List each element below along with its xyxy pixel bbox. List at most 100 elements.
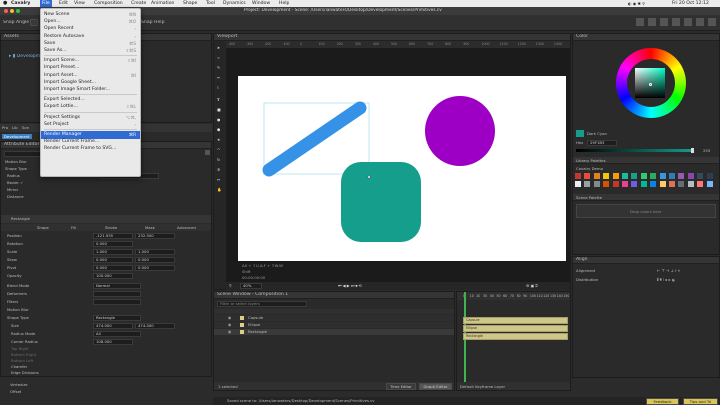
alpha-slider[interactable] — [576, 149, 694, 152]
project-item[interactable]: Development — [2, 134, 32, 139]
polygon-tool-icon[interactable]: ⬟ — [217, 127, 220, 132]
layout-icon[interactable] — [684, 18, 692, 26]
pivot-handle[interactable] — [367, 175, 371, 179]
palette-swatch[interactable] — [575, 181, 581, 187]
layout-icon[interactable] — [672, 18, 680, 26]
palette-swatch[interactable] — [603, 173, 610, 179]
alpha-slider-handle[interactable] — [691, 148, 694, 153]
menu-file[interactable]: File — [40, 0, 52, 7]
menu-composition[interactable]: Composition — [94, 0, 123, 7]
timeline-track-bar[interactable]: Rectangle — [463, 333, 568, 340]
blend-mode-select[interactable]: Normal — [93, 283, 141, 289]
file-menu-item[interactable]: Import Image Smart Folder... — [41, 86, 140, 94]
menu-help[interactable]: Help — [279, 0, 289, 7]
palette-swatch[interactable] — [622, 181, 628, 187]
filters-field[interactable] — [93, 299, 141, 305]
palette-swatch[interactable] — [687, 181, 694, 187]
corner-radius-field[interactable]: 108.000 — [93, 339, 133, 345]
rotation-field[interactable]: 0.000 — [93, 241, 133, 247]
skew-y-field[interactable]: 0.000 — [135, 257, 175, 263]
layout-icon[interactable] — [636, 18, 644, 26]
palette-swatch[interactable] — [631, 173, 638, 179]
timeline-ruler[interactable]: 0102030405060708090100110120130140150 — [457, 292, 570, 300]
visibility-icon[interactable]: ◉ — [228, 315, 231, 320]
menu-shape[interactable]: Shape — [183, 0, 197, 7]
playhead[interactable] — [464, 292, 466, 390]
apple-icon[interactable]: ● — [3, 1, 7, 6]
palette-swatch[interactable] — [669, 173, 675, 179]
layout-icon[interactable] — [696, 18, 704, 26]
zoom-field[interactable]: 40% — [240, 283, 262, 289]
layer-row-selected[interactable]: ◉ Rectangle — [214, 329, 454, 335]
tab-stroke[interactable]: Stroke — [105, 225, 117, 230]
palette-swatch[interactable] — [687, 173, 694, 179]
scale-x-field[interactable]: 1.000 — [93, 249, 133, 255]
opacity-field[interactable]: 100.000 — [93, 273, 133, 279]
palette-swatch[interactable] — [659, 173, 666, 179]
layer-name[interactable]: Capsule — [248, 315, 263, 320]
tab-mask[interactable]: Mask — [145, 225, 155, 230]
file-menu-item[interactable]: Render Current Frame to SVG... — [41, 145, 140, 153]
rotate-tool-icon[interactable]: ↻ — [217, 157, 220, 162]
palette-swatch[interactable] — [659, 181, 666, 187]
palette-swatch[interactable] — [650, 173, 657, 179]
timeline-track-bar[interactable]: Capsule — [463, 317, 568, 324]
palette-swatch[interactable] — [678, 181, 685, 187]
tips-button[interactable]: Tips and Tri — [683, 398, 718, 405]
palette-swatch[interactable] — [584, 173, 591, 179]
menu-edit[interactable]: Edit — [59, 0, 68, 7]
arc-tool-icon[interactable]: ◠ — [217, 147, 220, 152]
direct-select-tool-icon[interactable]: ➢ — [217, 55, 220, 60]
minimize-window-button[interactable] — [10, 9, 14, 13]
palette-swatch[interactable] — [612, 181, 619, 187]
playback-controls[interactable]: ⏮ ◀ ▶ ⏭ ⏹ ⟲ — [338, 283, 362, 288]
pivot-y-field[interactable]: 0.000 — [135, 265, 175, 271]
color-picker-handle[interactable] — [649, 83, 652, 86]
pencil-tool-icon[interactable]: ✏ — [217, 75, 220, 80]
settings-tool-icon[interactable]: ✲ — [217, 167, 220, 172]
radius-mode-select[interactable]: All — [93, 331, 141, 337]
file-menu-item[interactable]: Set Project › — [41, 121, 140, 129]
deformers-field[interactable] — [93, 291, 141, 297]
tab-advanced[interactable]: Advanced — [177, 225, 196, 230]
timeline-track-bar[interactable]: Ellipse — [463, 325, 568, 332]
menu-animation[interactable]: Animation — [151, 0, 174, 7]
palette-swatch[interactable] — [631, 181, 638, 187]
star-tool-icon[interactable]: ★ — [217, 137, 220, 142]
pen-tool-icon[interactable]: ✎ — [217, 65, 220, 70]
snap-help-label[interactable]: Snap Help — [141, 20, 165, 26]
palette-swatch[interactable] — [640, 181, 647, 187]
skew-x-field[interactable]: 0.000 — [93, 257, 133, 263]
scene-palette-dropzone[interactable]: Drop colors here — [576, 204, 716, 218]
palette-swatch[interactable] — [640, 173, 647, 179]
width-tool-icon[interactable]: ↔ — [217, 177, 220, 182]
palette-swatch[interactable] — [697, 173, 704, 179]
file-menu-item[interactable]: Save As... ⇧⌘S — [41, 47, 140, 55]
distribution-buttons[interactable]: ⫴ ⫵ ⫶ ⫷ ⫸ ⫹ — [657, 277, 675, 282]
layer-row[interactable]: ◉ Ellipse — [214, 322, 454, 328]
position-y-field[interactable]: 232.500 — [135, 233, 175, 239]
palette-swatch[interactable] — [622, 173, 628, 179]
layer-color-chip[interactable] — [240, 323, 244, 327]
palette-swatch[interactable] — [697, 181, 704, 187]
current-color-swatch[interactable] — [576, 130, 584, 137]
layout-icon[interactable] — [708, 18, 716, 26]
hand-tool-icon[interactable]: ✋ — [217, 187, 222, 192]
size-y-field[interactable]: 474.000 — [135, 323, 175, 329]
menu-view[interactable]: View — [74, 0, 85, 7]
tab-shape[interactable]: Shape — [37, 225, 49, 230]
view-options-icon[interactable]: ⚙ ▣ ⌗ — [526, 283, 538, 288]
tab-library[interactable]: Lib — [12, 125, 18, 130]
palette-swatch[interactable] — [575, 173, 581, 179]
menu-tool[interactable]: Tool — [206, 0, 215, 7]
select-tool-icon[interactable]: ➤ — [217, 45, 220, 50]
capsule-shape[interactable] — [262, 101, 367, 177]
visibility-icon[interactable]: ◉ — [228, 329, 231, 334]
rectangle-shape[interactable] — [341, 162, 421, 242]
tab-project[interactable]: Pro — [2, 125, 8, 130]
brush-tool-icon[interactable]: ⌇ — [217, 85, 219, 90]
palette-swatch[interactable] — [584, 181, 591, 187]
size-x-field[interactable]: 474.000 — [93, 323, 133, 329]
shape-type-select[interactable]: Rectangle — [93, 315, 141, 321]
default-keyframe-label[interactable]: Default Keyframe Layer — [460, 384, 505, 389]
